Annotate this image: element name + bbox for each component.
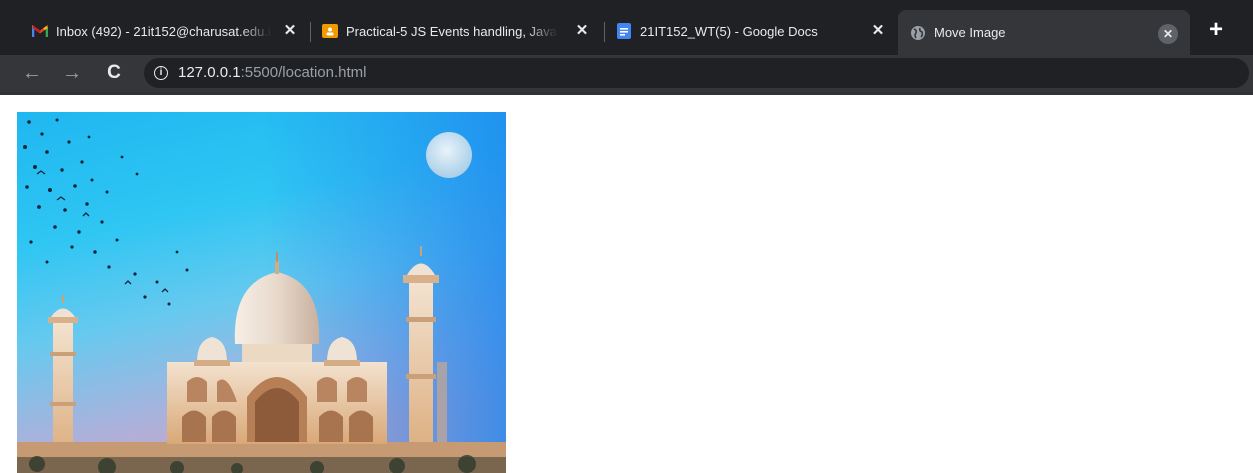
taj-mahal-image[interactable] [17,112,506,473]
tab-title: 21IT152_WT(5) - Google Docs [640,23,818,39]
tab-separator [310,22,311,42]
address-bar[interactable]: i 127.0.0.1:5500/location.html [144,58,1249,88]
close-icon[interactable]: ✕ [870,23,886,39]
tab-google-docs[interactable]: 21IT152_WT(5) - Google Docs ✕ [616,14,900,48]
browser-toolbar: ← → C i 127.0.0.1:5500/location.html [0,55,1253,92]
url-text[interactable]: 127.0.0.1:5500/location.html [178,64,366,81]
tab-title: Practical-5 JS Events handling, JavaScri… [346,23,558,39]
tab-title: Inbox (492) - 21it152@charusat.edu.in [56,23,272,39]
tab-move-image[interactable]: Move Image ✕ [898,10,1190,55]
close-icon[interactable]: ✕ [1158,24,1178,44]
url-path: :5500/location.html [240,64,367,81]
tab-strip: Inbox (492) - 21it152@charusat.edu.in ✕ … [0,0,1253,55]
classroom-icon [322,23,338,39]
back-button[interactable]: ← [20,61,44,85]
tab-classroom[interactable]: Practical-5 JS Events handling, JavaScri… [322,14,602,48]
new-tab-button[interactable]: + [1204,18,1228,42]
reload-button[interactable]: C [102,61,126,85]
url-host: 127.0.0.1 [178,64,241,81]
close-icon[interactable]: ✕ [282,23,298,39]
tab-gmail[interactable]: Inbox (492) - 21it152@charusat.edu.in ✕ [32,14,310,48]
close-icon[interactable]: ✕ [574,23,590,39]
globe-icon [910,25,926,41]
forward-button[interactable]: → [60,61,84,85]
info-icon[interactable]: i [154,66,168,80]
gmail-icon [32,23,48,39]
tab-separator [604,22,605,42]
page-content [0,95,1253,473]
docs-icon [616,23,632,39]
tab-title: Move Image [934,25,1006,40]
